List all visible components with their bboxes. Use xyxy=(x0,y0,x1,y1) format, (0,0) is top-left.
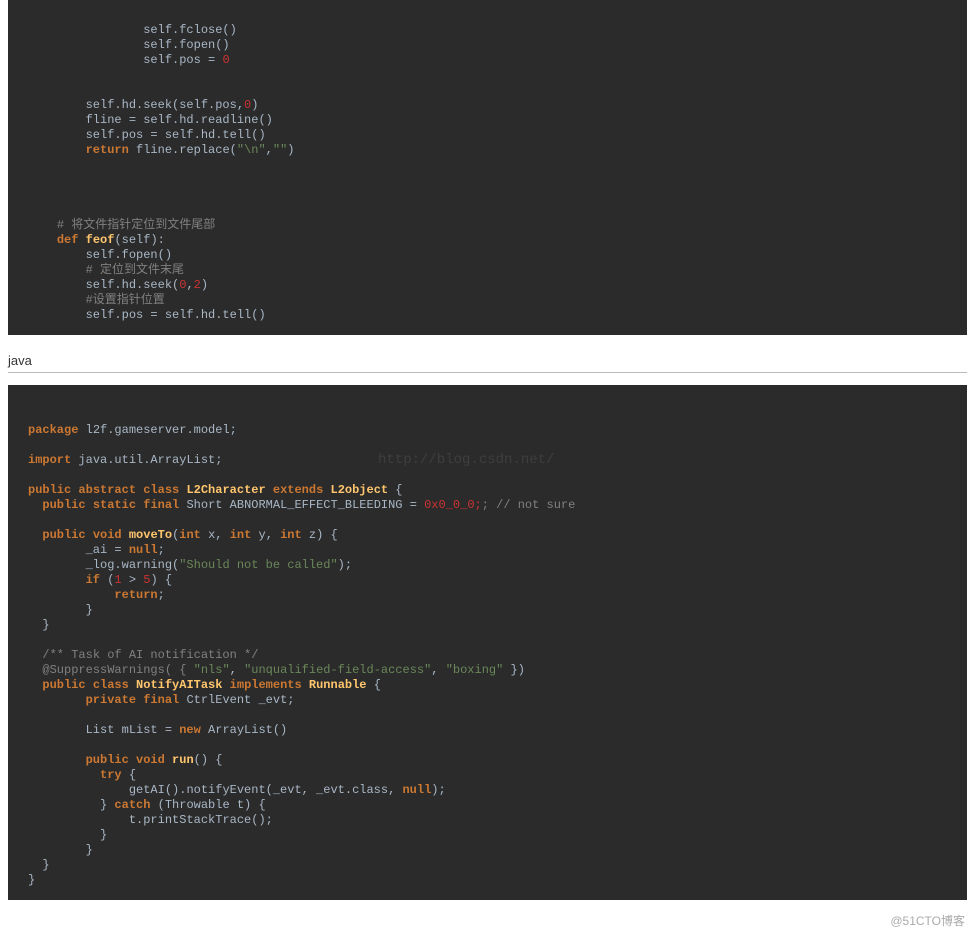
code-line: public class NotifyAITask implements Run… xyxy=(28,678,381,692)
code-line: fline = self.hd.readline() xyxy=(28,113,273,127)
code-line: self.pos = 0 xyxy=(28,53,230,67)
code-line: } xyxy=(28,843,93,857)
code-line: getAI().notifyEvent(_evt, _evt.class, nu… xyxy=(28,783,446,797)
code-line: # 定位到文件末尾 xyxy=(28,263,184,277)
code-line: /** Task of AI notification */ xyxy=(28,648,258,662)
code-line: _ai = null; xyxy=(28,543,165,557)
code-line: self.pos = self.hd.tell() xyxy=(28,308,266,322)
code-line: import java.util.ArrayList; xyxy=(28,453,222,467)
code-line: public void run() { xyxy=(28,753,222,767)
java-code-block: http://blog.csdn.net/ package l2f.gamese… xyxy=(8,385,967,900)
code-line: } xyxy=(28,858,50,872)
section-label-java: java xyxy=(8,353,967,373)
code-line: public static final Short ABNORMAL_EFFEC… xyxy=(28,498,575,512)
code-line: } catch (Throwable t) { xyxy=(28,798,266,812)
code-line: return; xyxy=(28,588,165,602)
code-line: } xyxy=(28,618,50,632)
code-line: List mList = new ArrayList() xyxy=(28,723,287,737)
code-line: t.printStackTrace(); xyxy=(28,813,273,827)
code-line: self.fclose() xyxy=(28,23,237,37)
code-line: @SuppressWarnings( { "nls", "unqualified… xyxy=(28,663,525,677)
code-line: private final CtrlEvent _evt; xyxy=(28,693,294,707)
code-line: return fline.replace("\n","") xyxy=(28,143,294,157)
code-line: def feof(self): xyxy=(28,233,165,247)
code-line: try { xyxy=(28,768,136,782)
code-line: public abstract class L2Character extend… xyxy=(28,483,403,497)
code-line: self.fopen() xyxy=(28,38,230,52)
code-line: #设置指针位置 xyxy=(28,293,165,307)
python-code-block: self.fclose() self.fopen() self.pos = 0 … xyxy=(8,0,967,335)
code-line: self.fopen() xyxy=(28,248,172,262)
code-line: } xyxy=(28,828,107,842)
code-line: } xyxy=(28,603,93,617)
code-line: if (1 > 5) { xyxy=(28,573,172,587)
footer-watermark: @51CTO博客 xyxy=(0,910,975,933)
code-line: self.hd.seek(self.pos,0) xyxy=(28,98,258,112)
code-line: self.pos = self.hd.tell() xyxy=(28,128,266,142)
code-line: _log.warning("Should not be called"); xyxy=(28,558,352,572)
code-line: # 将文件指针定位到文件尾部 xyxy=(28,218,215,232)
code-line: public void moveTo(int x, int y, int z) … xyxy=(28,528,338,542)
watermark-text: http://blog.csdn.net/ xyxy=(378,453,554,468)
code-line: self.hd.seek(0,2) xyxy=(28,278,208,292)
code-line: package l2f.gameserver.model; xyxy=(28,423,237,437)
code-line: } xyxy=(28,873,35,887)
